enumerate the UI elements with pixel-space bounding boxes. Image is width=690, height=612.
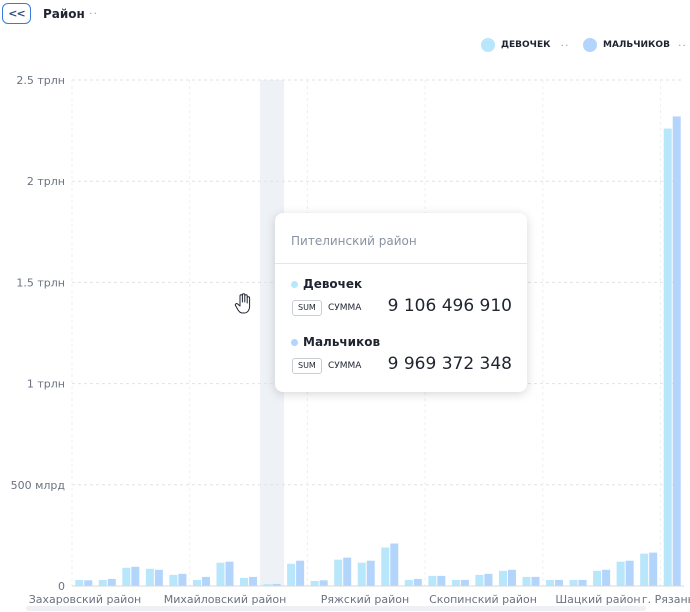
bar-girls xyxy=(145,568,154,586)
bar-girls xyxy=(546,579,555,586)
y-tick-label: 1.5 трлн xyxy=(16,276,65,289)
tooltip-agg-boys: СУММА xyxy=(328,361,362,371)
bar-boys xyxy=(625,560,634,586)
tooltip-tag-girls: SUM xyxy=(292,300,322,316)
x-tick-label: г. Рязань xyxy=(642,593,690,606)
y-tick-label: 1 трлн xyxy=(27,378,65,391)
tooltip-series-girls-name: Девочек xyxy=(303,277,363,291)
bar-girls xyxy=(122,567,131,586)
bar-boys xyxy=(178,573,187,586)
bar-girls xyxy=(663,128,672,587)
bar-girls xyxy=(451,579,460,586)
x-tick-label: Скопинский район xyxy=(429,593,537,606)
bar-girls xyxy=(192,579,201,586)
bar-girls xyxy=(404,579,413,586)
bar-boys xyxy=(201,576,210,586)
bar-boys xyxy=(131,566,140,586)
bar-girls xyxy=(428,575,437,586)
x-tick-label: Захаровский район xyxy=(29,593,142,606)
bar-boys xyxy=(413,578,422,586)
bar-boys xyxy=(649,552,658,586)
bar-girls xyxy=(169,574,178,586)
bar-boys xyxy=(390,543,399,586)
bar-girls xyxy=(334,559,343,586)
bar-girls xyxy=(75,579,84,586)
tooltip-divider xyxy=(275,263,527,264)
bar-girls xyxy=(357,562,366,586)
tooltip-dot-boys xyxy=(291,338,298,346)
tooltip-series-girls: Девочек xyxy=(291,277,362,291)
bar-girls xyxy=(616,561,625,586)
bar-girls xyxy=(216,562,225,586)
bar-boys xyxy=(154,569,163,586)
y-tick-label: 2 трлн xyxy=(27,175,65,188)
y-tick-label: 500 млрд xyxy=(11,479,66,492)
bar-boys xyxy=(555,579,564,586)
bar-boys xyxy=(296,560,305,586)
tooltip-series-boys: Мальчиков xyxy=(291,335,380,349)
horizontal-scrollbar[interactable] xyxy=(26,606,646,611)
tooltip-title: Пителинский район xyxy=(291,234,417,248)
bar-girls xyxy=(593,570,602,586)
y-tick-label: 0 xyxy=(58,580,65,593)
bar-girls xyxy=(522,576,531,586)
bar-boys xyxy=(531,576,540,586)
tooltip-series-boys-name: Мальчиков xyxy=(303,335,381,349)
tooltip-value-girls: 9 106 496 910 xyxy=(387,296,512,316)
bar-girls xyxy=(475,574,484,586)
bar-boys xyxy=(249,576,258,586)
x-tick-label: Шацкий район xyxy=(555,593,640,606)
bar-boys xyxy=(343,557,352,586)
tooltip-tag-boys: SUM xyxy=(292,358,322,374)
y-tick-label: 2.5 трлн xyxy=(16,74,65,87)
tooltip-value-boys: 9 969 372 348 xyxy=(387,354,512,374)
bar-girls xyxy=(240,577,249,586)
bar-boys xyxy=(84,580,93,586)
hand-cursor-icon xyxy=(234,293,251,314)
bar-boys xyxy=(507,569,516,586)
x-tick-label: Михайловский район xyxy=(164,593,287,606)
bar-boys xyxy=(107,578,116,586)
x-tick-label: Ряжский район xyxy=(321,593,409,606)
bar-boys xyxy=(366,560,375,586)
bar-girls xyxy=(381,547,390,586)
bar-boys xyxy=(602,569,611,586)
bar-boys xyxy=(672,116,681,586)
bar-girls xyxy=(640,553,649,586)
tooltip-dot-girls xyxy=(291,280,298,288)
bar-boys xyxy=(437,575,446,586)
bar-girls xyxy=(287,563,296,586)
bar-boys xyxy=(460,579,469,586)
bar-boys xyxy=(578,579,587,586)
bar-girls xyxy=(310,580,319,586)
bar-boys xyxy=(484,573,493,586)
bar-girls xyxy=(98,579,107,586)
tooltip: Пителинский район Девочек SUM СУММА 9 10… xyxy=(275,213,527,392)
bar-girls xyxy=(569,579,578,586)
bar-boys xyxy=(319,580,328,586)
bar-girls xyxy=(498,570,507,586)
bar-boys xyxy=(225,561,234,586)
tooltip-agg-girls: СУММА xyxy=(328,303,362,313)
